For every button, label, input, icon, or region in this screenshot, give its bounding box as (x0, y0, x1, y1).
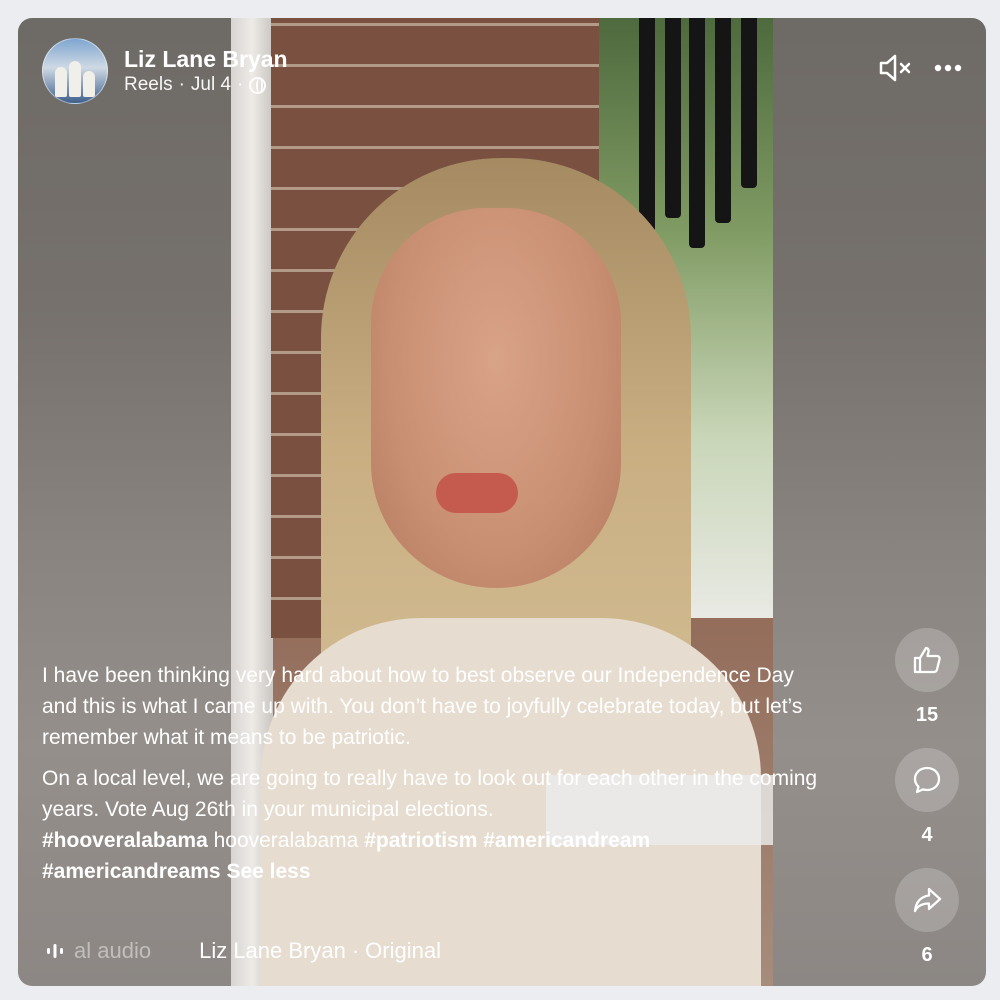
comment-bubble-icon (913, 766, 941, 794)
audio-artist[interactable]: Liz Lane Bryan (199, 938, 346, 964)
like-action: 15 (894, 628, 960, 727)
share-action: 6 (894, 868, 960, 967)
like-count: 15 (915, 704, 939, 726)
avatar[interactable] (42, 38, 108, 104)
comment-count: 4 (921, 824, 933, 846)
video-person-mouth (436, 473, 518, 513)
comment-action: 4 (894, 748, 960, 847)
video-person-face (371, 208, 621, 588)
caption-text: On a local level, we are going to really… (42, 767, 818, 821)
post-caption: I have been thinking very hard about how… (42, 660, 832, 897)
share-button[interactable] (895, 868, 959, 932)
audio-label: al audio (74, 938, 152, 963)
thumbs-up-icon (913, 646, 941, 674)
like-button[interactable] (895, 628, 959, 692)
meta-separator: · (237, 74, 244, 95)
audio-type: Original (365, 938, 441, 963)
reel-card: Liz Lane Bryan Reels · Jul 4 · I have be… (18, 18, 986, 986)
post-meta: Liz Lane Bryan Reels · Jul 4 · (124, 45, 288, 97)
speaker-muted-icon (879, 54, 911, 82)
mute-button[interactable] (878, 52, 914, 84)
caption-paragraph: I have been thinking very hard about how… (42, 664, 803, 749)
audio-bar[interactable]: al audio Liz Lane Bryan · Original (46, 938, 441, 964)
globe-icon (249, 76, 267, 94)
audio-separator: · (351, 938, 360, 963)
comment-button[interactable] (895, 748, 959, 812)
post-date[interactable]: Jul 4 (191, 73, 231, 97)
more-horizontal-icon (934, 64, 962, 72)
meta-separator: · (178, 74, 185, 95)
hashtag-link[interactable]: #patriotism (364, 829, 477, 852)
caption-paragraph: On a local level, we are going to really… (42, 763, 832, 887)
post-header: Liz Lane Bryan Reels · Jul 4 · (42, 38, 288, 104)
share-arrow-icon (913, 887, 942, 913)
hashtag-text[interactable]: hooveralabama (214, 829, 359, 852)
see-less-link[interactable]: See less (226, 860, 310, 883)
hashtag-link[interactable]: #americandreams (42, 860, 221, 883)
more-options-button[interactable] (934, 64, 962, 72)
post-source[interactable]: Reels (124, 73, 173, 97)
author-name[interactable]: Liz Lane Bryan (124, 45, 288, 73)
hashtag-link[interactable]: #hooveralabama (42, 829, 208, 852)
audio-bars-icon (47, 944, 63, 958)
post-subline: Reels · Jul 4 · (124, 73, 288, 97)
share-count: 6 (921, 944, 933, 966)
hashtag-link[interactable]: #americandream (483, 829, 650, 852)
top-actions (878, 52, 962, 84)
